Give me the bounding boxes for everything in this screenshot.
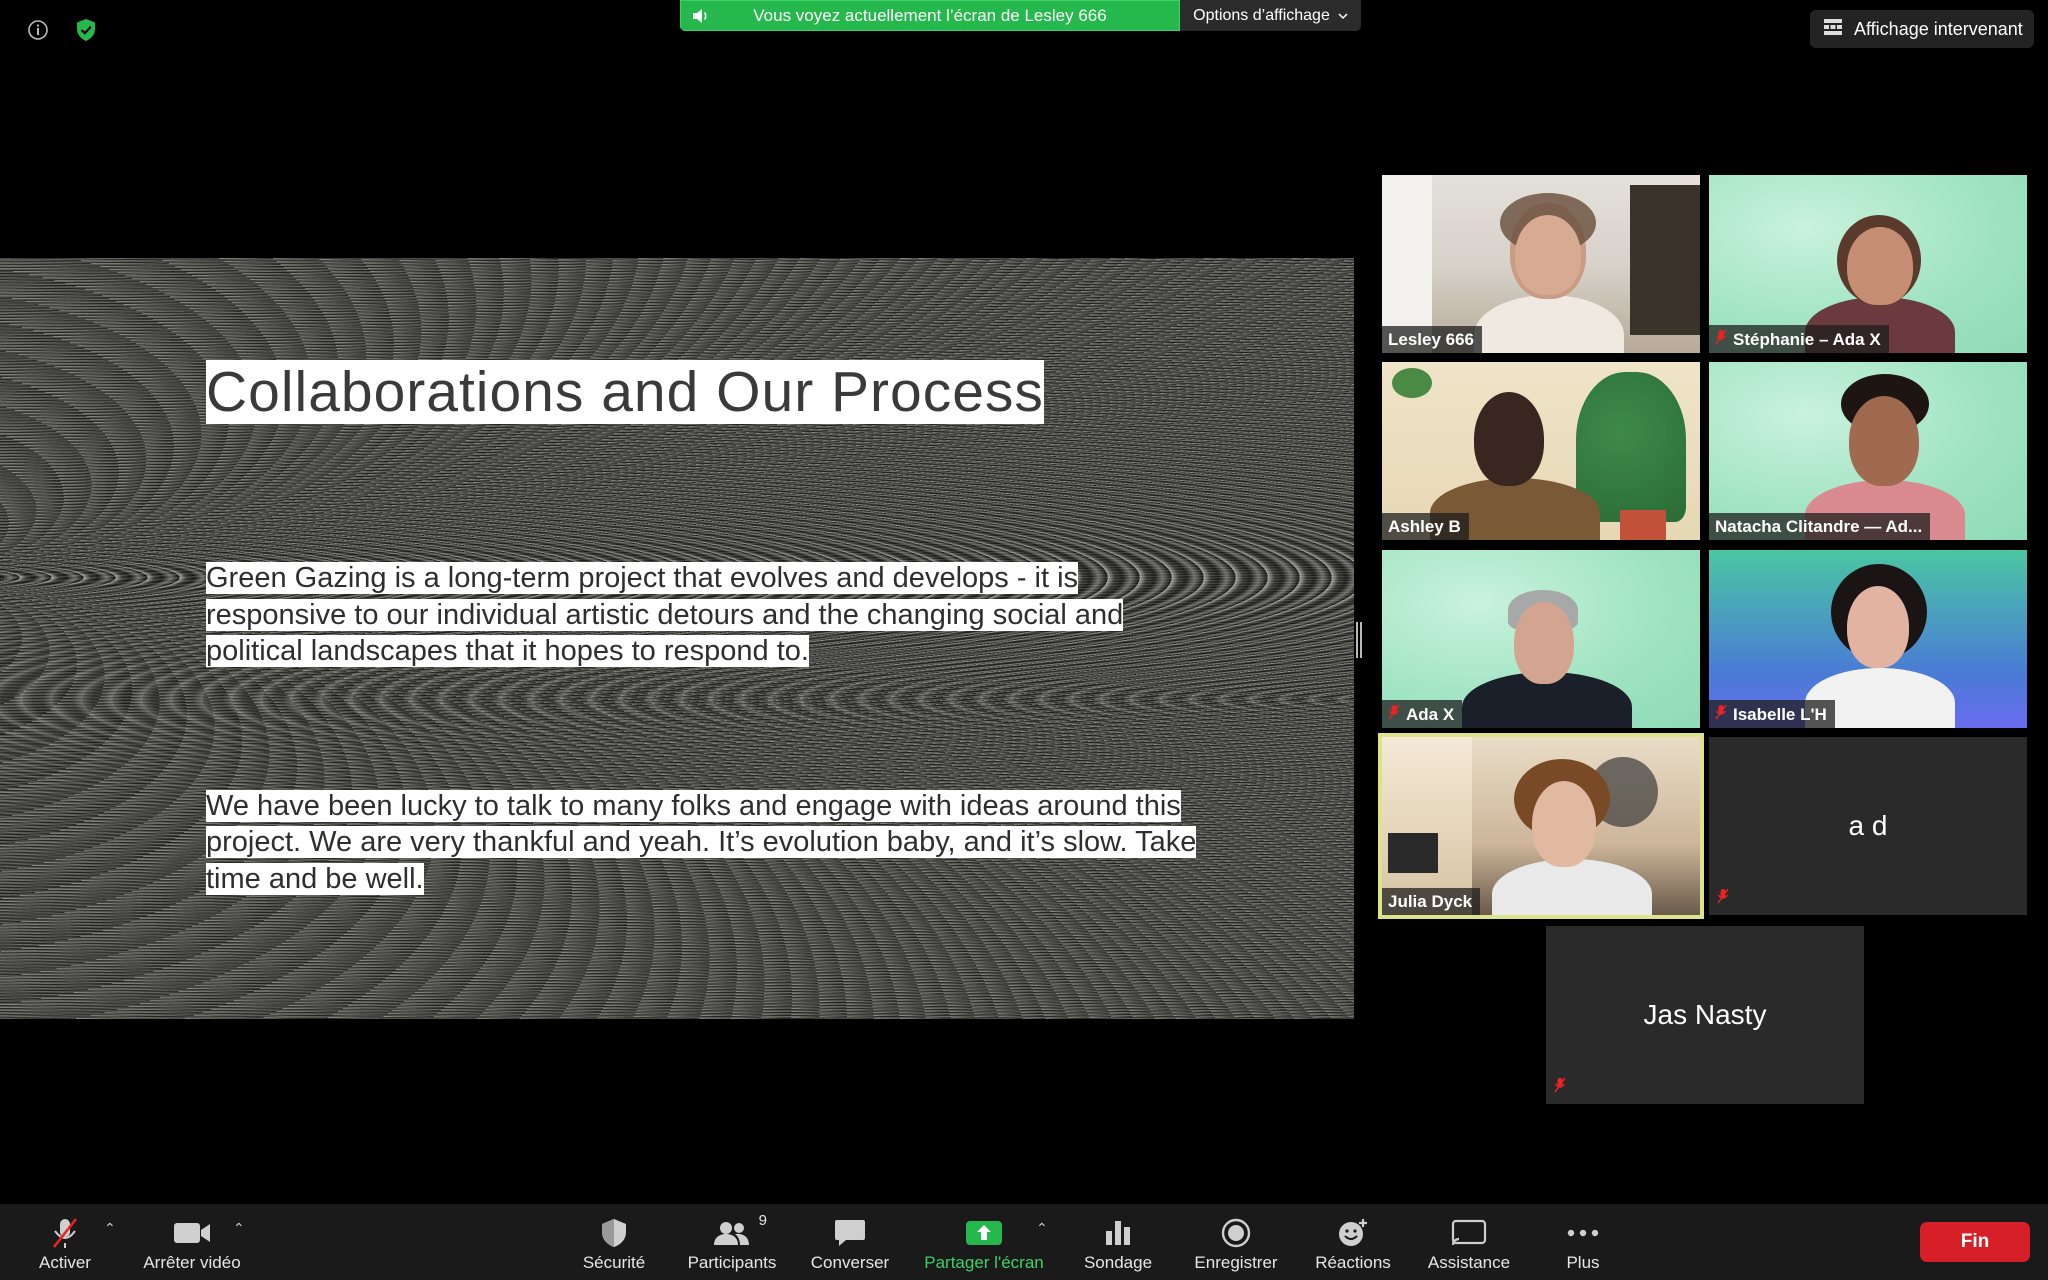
video-tile-natacha[interactable]: Natacha Clitandre — Ad...	[1709, 362, 2027, 540]
grid-view-icon	[1824, 18, 1842, 40]
share-options-caret-icon[interactable]: ⌃	[1036, 1220, 1048, 1237]
meeting-toolbar: Activer ⌃ Arrêter vidéo ⌃ Sécurité 9 Par…	[0, 1204, 2048, 1280]
more-dots-icon	[1567, 1216, 1599, 1250]
record-button[interactable]: Enregistrer	[1186, 1204, 1286, 1280]
muted-mic-icon	[1715, 329, 1727, 350]
participant-name: a d	[1848, 810, 1888, 841]
muted-mic-icon	[1715, 704, 1727, 725]
reactions-button[interactable]: Réactions	[1306, 1204, 1400, 1280]
cast-screen-icon	[1451, 1216, 1487, 1250]
video-tile-isabelle[interactable]: Isabelle L'H	[1709, 550, 2027, 728]
speaker-view-label: Affichage intervenant	[1854, 18, 2023, 39]
chevron-down-icon	[1338, 7, 1348, 25]
security-shield-icon	[600, 1216, 628, 1250]
speaker-icon	[681, 8, 721, 24]
shared-screen: Collaborations and Our Process Green Gaz…	[0, 258, 1354, 1019]
share-banner-text: Vous voyez actuellement l’écran de Lesle…	[753, 5, 1107, 25]
more-button[interactable]: Plus	[1548, 1204, 1618, 1280]
info-icon[interactable]	[22, 14, 54, 46]
encryption-shield-icon[interactable]	[70, 14, 102, 46]
slide-title: Collaborations and Our Process	[206, 360, 1044, 424]
participant-name: Stéphanie – Ada X	[1709, 325, 1889, 353]
view-options-label: Options d’affichage	[1193, 6, 1330, 24]
participant-name: Jas Nasty	[1643, 999, 1767, 1030]
screen-share-banner: Vous voyez actuellement l’écran de Lesle…	[680, 0, 1361, 31]
video-tile-lesley[interactable]: Lesley 666	[1382, 175, 1700, 353]
stop-video-button[interactable]: Arrêter vidéo	[136, 1204, 248, 1280]
participant-name: Isabelle L'H	[1709, 700, 1835, 728]
video-options-caret-icon[interactable]: ⌃	[233, 1220, 245, 1237]
participant-name: Lesley 666	[1382, 326, 1483, 353]
chat-bubble-icon	[834, 1216, 866, 1250]
muted-mic-icon	[1717, 888, 1729, 909]
participants-count: 9	[758, 1212, 767, 1229]
poll-chart-icon	[1104, 1216, 1132, 1250]
chat-button[interactable]: Converser	[806, 1204, 894, 1280]
emoji-reaction-icon	[1337, 1216, 1369, 1250]
video-tile-stephanie[interactable]: Stéphanie – Ada X	[1709, 175, 2027, 353]
video-tile-ad[interactable]: a d	[1709, 737, 2027, 915]
participant-name: Natacha Clitandre — Ad...	[1709, 513, 1931, 540]
video-tile-jas[interactable]: Jas Nasty	[1546, 926, 1864, 1104]
share-screen-button[interactable]: Partager l'écran	[916, 1204, 1052, 1280]
unmute-button[interactable]: Activer	[24, 1204, 106, 1280]
muted-mic-icon	[1554, 1077, 1566, 1098]
participant-name: Ashley B	[1382, 513, 1469, 540]
view-options-button[interactable]: Options d’affichage	[1180, 0, 1361, 31]
muted-mic-icon	[1388, 704, 1400, 725]
audio-options-caret-icon[interactable]: ⌃	[104, 1220, 116, 1237]
video-camera-icon	[173, 1216, 211, 1250]
assistance-button[interactable]: Assistance	[1418, 1204, 1520, 1280]
slide-paragraph-2: We have been lucky to talk to many folks…	[206, 789, 1197, 895]
poll-button[interactable]: Sondage	[1074, 1204, 1162, 1280]
resize-handle[interactable]	[1356, 622, 1362, 658]
end-meeting-button[interactable]: Fin	[1920, 1222, 2030, 1262]
video-tile-julia[interactable]: Julia Dyck	[1378, 733, 1704, 919]
speaker-view-button[interactable]: Affichage intervenant	[1810, 10, 2034, 48]
participants-icon: 9	[713, 1212, 767, 1250]
security-button[interactable]: Sécurité	[574, 1204, 654, 1280]
participants-button[interactable]: 9 Participants	[680, 1204, 784, 1280]
slide-paragraph-1: Green Gazing is a long-term project that…	[206, 562, 1124, 667]
video-tile-ada[interactable]: Ada X	[1382, 550, 1700, 728]
video-tile-ashley[interactable]: Ashley B	[1382, 362, 1700, 540]
muted-mic-icon	[50, 1216, 80, 1250]
record-icon	[1221, 1216, 1251, 1250]
participant-name: Ada X	[1382, 700, 1463, 728]
participant-name: Julia Dyck	[1382, 888, 1481, 915]
share-screen-icon	[966, 1216, 1002, 1250]
